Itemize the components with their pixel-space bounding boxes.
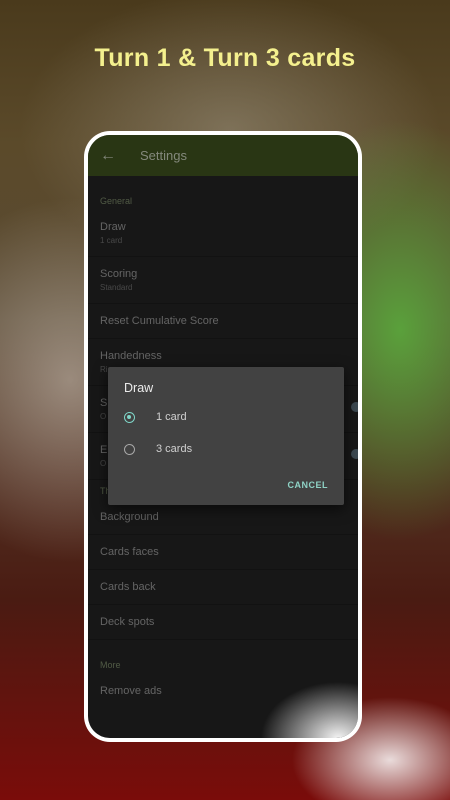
- dialog-title: Draw: [124, 381, 154, 395]
- settings-screen: ← Settings General Draw 1 card Scoring S…: [88, 135, 358, 738]
- cancel-button[interactable]: CANCEL: [288, 480, 329, 490]
- radio-option-3-cards[interactable]: 3 cards: [124, 443, 192, 455]
- radio-label: 3 cards: [156, 443, 193, 455]
- radio-option-1-card[interactable]: 1 card: [124, 411, 187, 423]
- radio-selected-icon[interactable]: [124, 411, 135, 423]
- radio-label: 1 card: [156, 411, 187, 423]
- phone-frame: ← Settings General Draw 1 card Scoring S…: [84, 131, 362, 742]
- radio-unselected-icon[interactable]: [124, 443, 135, 455]
- headline: Turn 1 & Turn 3 cards: [94, 44, 356, 72]
- draw-dialog: Draw 1 card 3 cards CANCEL: [108, 367, 344, 505]
